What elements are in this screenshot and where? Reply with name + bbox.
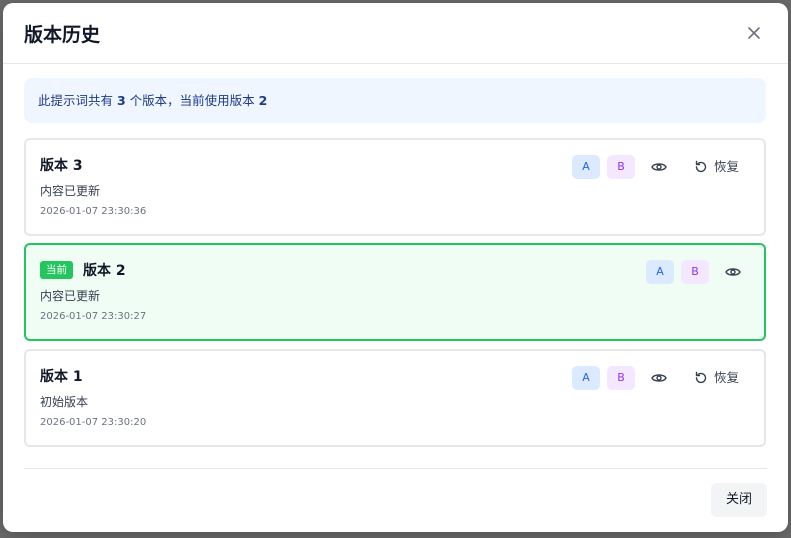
restore-icon bbox=[695, 160, 707, 173]
version-history-dialog: 版本历史 此提示词共有 3 个版本，当前使用版本 2 版本 3 内容已更新 20… bbox=[3, 3, 788, 532]
compare-b-button[interactable]: B bbox=[607, 366, 635, 390]
close-button[interactable]: 关闭 bbox=[711, 483, 767, 517]
restore-button[interactable]: 恢复 bbox=[694, 155, 739, 179]
info-prefix: 此提示词共有 bbox=[38, 93, 117, 108]
version-timestamp: 2026-01-07 23:30:20 bbox=[40, 417, 147, 428]
version-info-banner: 此提示词共有 3 个版本，当前使用版本 2 bbox=[24, 78, 766, 123]
version-description: 初始版本 bbox=[40, 395, 89, 409]
version-description: 内容已更新 bbox=[40, 184, 101, 198]
version-info-text: 此提示词共有 3 个版本，当前使用版本 2 bbox=[38, 78, 267, 123]
restore-label: 恢复 bbox=[714, 159, 740, 174]
compare-a-button[interactable]: A bbox=[572, 155, 600, 179]
version-timestamp: 2026-01-07 23:30:27 bbox=[40, 311, 147, 322]
version-name: 版本 1 bbox=[40, 369, 83, 385]
info-version-count: 3 bbox=[116, 93, 126, 108]
eye-icon[interactable] bbox=[724, 263, 742, 281]
version-name: 版本 2 bbox=[83, 263, 126, 279]
compare-b-button[interactable]: B bbox=[681, 260, 709, 284]
version-timestamp: 2026-01-07 23:30:36 bbox=[40, 206, 147, 217]
version-card: 版本 1 初始版本 2026-01-07 23:30:20 A B 恢复 bbox=[24, 349, 766, 447]
compare-a-button[interactable]: A bbox=[646, 260, 674, 284]
restore-icon bbox=[695, 371, 707, 384]
restore-button[interactable]: 恢复 bbox=[694, 366, 739, 390]
info-middle: 个版本，当前使用版本 bbox=[125, 93, 259, 108]
info-current-version: 2 bbox=[258, 93, 268, 108]
version-card: 版本 3 内容已更新 2026-01-07 23:30:36 A B 恢复 bbox=[24, 138, 766, 236]
footer-divider bbox=[24, 468, 767, 469]
dialog-title: 版本历史 bbox=[24, 24, 101, 46]
eye-icon[interactable] bbox=[650, 369, 668, 387]
current-badge: 当前 bbox=[40, 261, 73, 279]
restore-label: 恢复 bbox=[714, 370, 740, 385]
version-name: 版本 3 bbox=[40, 158, 83, 174]
close-icon[interactable] bbox=[744, 23, 764, 43]
eye-icon[interactable] bbox=[650, 158, 668, 176]
version-description: 内容已更新 bbox=[40, 289, 101, 303]
compare-b-button[interactable]: B bbox=[607, 155, 635, 179]
dialog-header: 版本历史 bbox=[3, 3, 788, 64]
version-card-current: 当前 版本 2 内容已更新 2026-01-07 23:30:27 A B bbox=[24, 243, 766, 341]
compare-a-button[interactable]: A bbox=[572, 366, 600, 390]
